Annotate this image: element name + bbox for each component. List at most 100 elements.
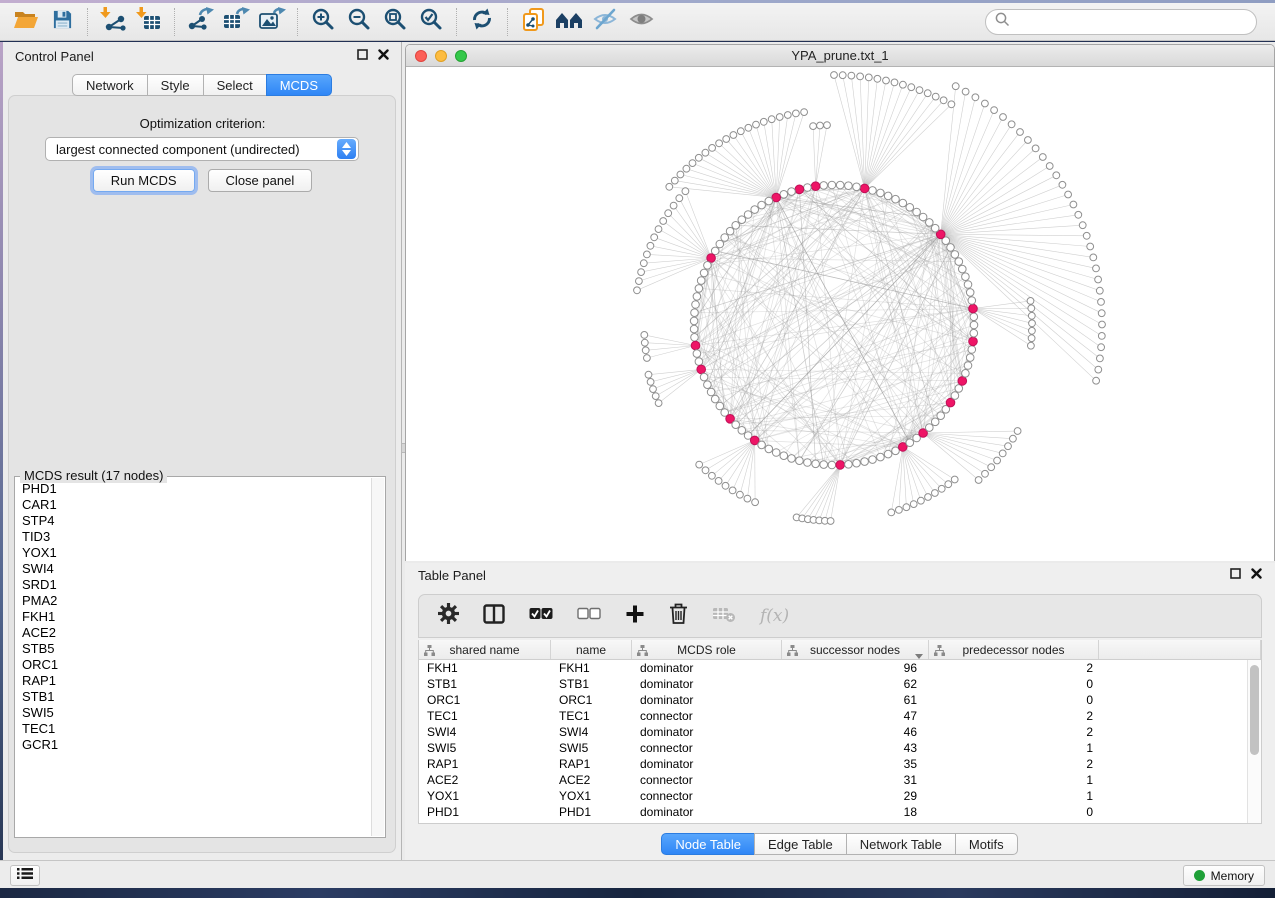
mcds-node-item[interactable]: YOX1 [22, 545, 370, 561]
cell-shared_name: ACE2 [419, 773, 551, 787]
import-network-button[interactable] [95, 6, 131, 38]
mcds-node-item[interactable]: SRD1 [22, 577, 370, 593]
export-network-button[interactable] [182, 6, 218, 38]
zoom-out-icon [348, 8, 371, 36]
mcds-node-item[interactable]: SWI4 [22, 561, 370, 577]
open-folder-icon [14, 9, 39, 35]
show-graphics-details-button[interactable] [623, 6, 659, 38]
table-row[interactable]: TEC1TEC1connector472 [419, 708, 1261, 724]
toolbar-separator [297, 8, 298, 36]
table-scrollbar[interactable] [1247, 660, 1261, 823]
mcds-node-item[interactable]: PHD1 [22, 481, 370, 497]
tab-mcds[interactable]: MCDS [266, 74, 332, 96]
import-table-button[interactable] [131, 6, 167, 38]
select-all-rows-button[interactable] [529, 607, 553, 625]
column-header-predecessor-nodes[interactable]: predecessor nodes [929, 640, 1099, 659]
zoom-selected-button[interactable] [413, 6, 449, 38]
table-settings-button[interactable] [438, 603, 459, 629]
main-toolbar [0, 3, 1275, 41]
mcds-node-item[interactable]: STB1 [22, 689, 370, 705]
delete-column-button[interactable] [669, 603, 688, 629]
table-row[interactable]: FKH1FKH1dominator962 [419, 660, 1261, 676]
tab-style[interactable]: Style [147, 74, 204, 96]
column-type-icon [424, 645, 435, 659]
network-window-titlebar[interactable]: YPA_prune.txt_1 [406, 45, 1274, 67]
tab-select[interactable]: Select [203, 74, 267, 96]
copy-network-button[interactable] [515, 6, 551, 38]
column-header-successor-nodes[interactable]: successor nodes [782, 640, 929, 659]
optimization-criterion-value: largest connected component (undirected) [46, 142, 337, 157]
zoom-fit-button[interactable] [377, 6, 413, 38]
refresh-layout-button[interactable] [464, 6, 500, 38]
table-row[interactable]: ORC1ORC1dominator610 [419, 692, 1261, 708]
float-panel-icon[interactable] [1230, 566, 1241, 584]
control-panel-title: Control Panel [15, 49, 94, 64]
table-row[interactable]: STB1STB1dominator620 [419, 676, 1261, 692]
memory-button[interactable]: Memory [1183, 865, 1265, 886]
export-table-button[interactable] [218, 6, 254, 38]
mcds-node-item[interactable]: RAP1 [22, 673, 370, 689]
table-row[interactable]: RAP1RAP1dominator352 [419, 756, 1261, 772]
table-scrollbar-thumb[interactable] [1250, 665, 1259, 755]
mcds-node-item[interactable]: STP4 [22, 513, 370, 529]
close-panel-button[interactable]: Close panel [208, 169, 313, 192]
mcds-node-item[interactable]: ACE2 [22, 625, 370, 641]
column-type-icon [637, 645, 648, 659]
show-column-panel-button[interactable] [483, 604, 505, 629]
cell-name: SWI4 [551, 725, 632, 739]
toolbar-separator [87, 8, 88, 36]
eye-icon [629, 9, 654, 34]
mcds-node-item[interactable]: PMA2 [22, 593, 370, 609]
mcds-node-item[interactable]: TID3 [22, 529, 370, 545]
zoom-in-button[interactable] [305, 6, 341, 38]
mcds-node-item[interactable]: FKH1 [22, 609, 370, 625]
mcds-node-item[interactable]: ORC1 [22, 657, 370, 673]
tab-node-table[interactable]: Node Table [661, 833, 755, 855]
cell-mcds_role: dominator [632, 693, 782, 707]
table-row[interactable]: YOX1YOX1connector291 [419, 788, 1261, 804]
mcds-result-list[interactable]: PHD1CAR1STP4TID3YOX1SWI4SRD1PMA2FKH1ACE2… [16, 479, 370, 836]
mcds-node-item[interactable]: SWI5 [22, 705, 370, 721]
close-panel-icon[interactable] [1251, 566, 1262, 584]
add-column-button[interactable] [625, 604, 645, 629]
mcds-list-scrollbar[interactable] [371, 478, 384, 836]
mcds-node-item[interactable]: TEC1 [22, 721, 370, 737]
close-panel-icon[interactable] [378, 47, 389, 65]
cell-successor_nodes: 35 [782, 757, 929, 771]
tab-motifs[interactable]: Motifs [955, 833, 1018, 855]
table-row[interactable]: SWI4SWI4dominator462 [419, 724, 1261, 740]
tab-edge-table[interactable]: Edge Table [754, 833, 847, 855]
task-history-button[interactable] [10, 865, 40, 886]
column-header-MCDS-role[interactable]: MCDS role [632, 640, 782, 659]
network-canvas[interactable] [406, 67, 1274, 560]
export-image-button[interactable] [254, 6, 290, 38]
optimization-criterion-select[interactable]: largest connected component (undirected) [45, 137, 359, 161]
chevron-down-icon[interactable] [915, 648, 923, 662]
table-row[interactable]: SWI5SWI5connector431 [419, 740, 1261, 756]
column-header-shared-name[interactable]: shared name [419, 640, 551, 659]
mcds-node-item[interactable]: CAR1 [22, 497, 370, 513]
column-label: name [576, 643, 606, 657]
cell-successor_nodes: 43 [782, 741, 929, 755]
search-input[interactable] [985, 9, 1257, 35]
network-graph[interactable] [406, 67, 1274, 560]
cell-mcds_role: connector [632, 709, 782, 723]
run-mcds-button[interactable]: Run MCDS [93, 169, 195, 192]
cell-predecessor_nodes: 2 [929, 757, 1099, 771]
deselect-all-rows-button[interactable] [577, 607, 601, 625]
tab-network-table[interactable]: Network Table [846, 833, 956, 855]
open-file-button[interactable] [8, 6, 44, 38]
float-panel-icon[interactable] [357, 47, 368, 65]
save-session-button[interactable] [44, 6, 80, 38]
delete-table-button [712, 605, 736, 628]
cell-name: ORC1 [551, 693, 632, 707]
mcds-node-item[interactable]: GCR1 [22, 737, 370, 753]
show-all-networks-button[interactable] [551, 6, 587, 38]
hide-graphics-details-button[interactable] [587, 6, 623, 38]
mcds-node-item[interactable]: STB5 [22, 641, 370, 657]
table-row[interactable]: ACE2ACE2connector311 [419, 772, 1261, 788]
tab-network[interactable]: Network [72, 74, 148, 96]
column-header-name[interactable]: name [551, 640, 632, 659]
table-row[interactable]: PHD1PHD1dominator180 [419, 804, 1261, 820]
zoom-out-button[interactable] [341, 6, 377, 38]
